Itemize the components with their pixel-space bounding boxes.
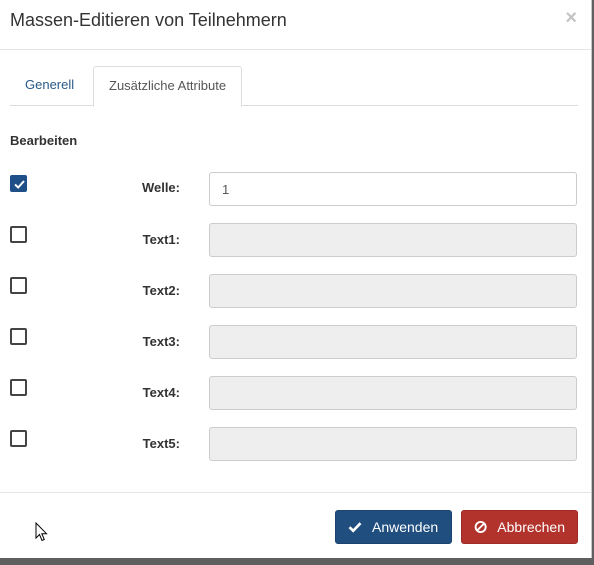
- field-label-text5: Text5:: [142, 436, 180, 451]
- welle-input[interactable]: [209, 172, 577, 206]
- field-row-text3: Text3:: [0, 325, 591, 359]
- edit-checkbox-text3[interactable]: [10, 328, 27, 345]
- field-label-text1: Text1:: [142, 232, 180, 247]
- text3-input: [209, 325, 577, 359]
- dialog-header: Massen-Editieren von Teilnehmern ×: [0, 0, 591, 50]
- edit-checkbox-welle[interactable]: [10, 175, 27, 192]
- checkmark-icon: [348, 522, 362, 533]
- text1-input: [209, 223, 577, 257]
- section-title-bearbeiten: Bearbeiten: [10, 133, 78, 148]
- ban-icon: [474, 521, 487, 533]
- edit-checkbox-text4[interactable]: [10, 379, 27, 396]
- tab-generell[interactable]: Generell: [10, 66, 89, 106]
- apply-button-label: Anwenden: [372, 519, 439, 535]
- field-row-text5: Text5:: [0, 427, 591, 461]
- text4-input: [209, 376, 577, 410]
- field-label-welle: Welle:: [141, 180, 180, 195]
- dialog-footer: Anwenden Abbrechen: [0, 492, 591, 558]
- edit-checkbox-text1[interactable]: [10, 226, 27, 243]
- text2-input: [209, 274, 577, 308]
- cancel-button-label: Abbrechen: [497, 519, 565, 535]
- field-label-text2: Text2:: [142, 283, 180, 298]
- checkmark-icon: [14, 180, 25, 189]
- mouse-cursor-icon: [35, 522, 48, 542]
- field-row-text4: Text4:: [0, 376, 591, 410]
- field-label-text4: Text4:: [142, 385, 180, 400]
- mass-edit-dialog: Massen-Editieren von Teilnehmern × Gener…: [0, 0, 592, 558]
- field-label-text3: Text3:: [142, 334, 180, 349]
- tab-zusaetzliche-attribute[interactable]: Zusätzliche Attribute: [93, 66, 243, 107]
- edit-checkbox-text2[interactable]: [10, 277, 27, 294]
- edit-checkbox-text5[interactable]: [10, 430, 27, 447]
- tab-bar: Generell Zusätzliche Attribute: [10, 66, 578, 107]
- text5-input: [209, 427, 577, 461]
- close-icon[interactable]: ×: [565, 8, 577, 28]
- field-row-text1: Text1:: [0, 223, 591, 257]
- cancel-button[interactable]: Abbrechen: [461, 510, 578, 544]
- field-row-text2: Text2:: [0, 274, 591, 308]
- field-row-welle: Welle:: [0, 172, 591, 206]
- backdrop: [0, 558, 594, 565]
- dialog-title: Massen-Editieren von Teilnehmern: [10, 10, 287, 30]
- apply-button[interactable]: Anwenden: [335, 510, 452, 544]
